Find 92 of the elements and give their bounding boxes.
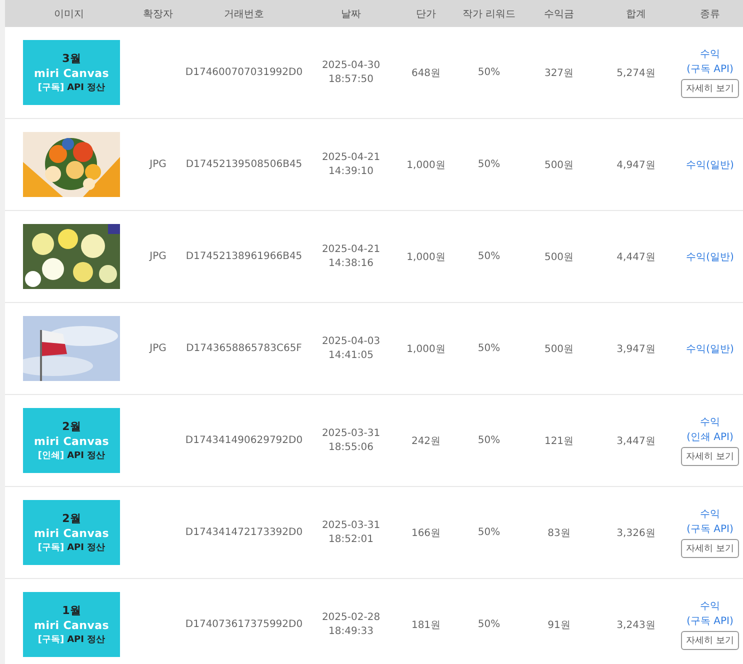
earning-amount: 327원 [544, 68, 574, 78]
file-extension: JPG [150, 159, 166, 170]
banner-tag: [구독] [38, 81, 64, 94]
time-text: 14:38:16 [328, 258, 374, 269]
type-label: 수익 [700, 508, 720, 521]
earning-amount: 91원 [548, 620, 570, 630]
date-text: 2025-04-03 [322, 336, 380, 347]
total-amount: 4,447원 [616, 252, 656, 262]
unit-price: 1,000원 [406, 160, 446, 170]
detail-button[interactable]: 자세히 보기 [681, 79, 739, 98]
column-header: 확장자 [133, 0, 183, 27]
date-text: 2025-03-31 [322, 428, 380, 439]
column-header: 단가 [397, 0, 455, 27]
banner-caption: API 정산 [67, 82, 106, 94]
banner-month: 3월 [62, 51, 81, 66]
type-detail: (인쇄 API) [686, 431, 734, 444]
type-label: 수익 [700, 600, 720, 613]
column-header: 종류 [677, 0, 743, 27]
time-text: 18:55:06 [328, 442, 374, 453]
column-header: 거래번호 [183, 0, 305, 27]
unit-price: 242원 [411, 436, 441, 446]
detail-button[interactable]: 자세히 보기 [681, 447, 739, 466]
total-amount: 5,274원 [616, 68, 656, 78]
total-amount: 3,243원 [616, 620, 656, 630]
unit-price: 166원 [411, 528, 441, 538]
date-text: 2025-04-30 [322, 60, 380, 71]
type-label: 수익 [700, 416, 720, 429]
date-text: 2025-04-21 [322, 152, 380, 163]
banner-logo: miri Canvas [34, 67, 109, 80]
transaction-id: D17452139508506B45 [186, 159, 302, 170]
time-text: 18:52:01 [328, 534, 374, 545]
date-text: 2025-03-31 [322, 520, 380, 531]
banner-logo: miri Canvas [34, 619, 109, 632]
banner-month: 2월 [62, 419, 81, 434]
unit-price: 181원 [411, 620, 441, 630]
banner-tag: [구독] [38, 633, 64, 646]
reward-rate: 50% [478, 159, 500, 170]
banner-month: 1월 [62, 603, 81, 618]
time-text: 18:57:50 [328, 74, 374, 85]
transaction-id: D174600707031992D0 [185, 67, 303, 78]
file-extension: JPG [150, 343, 166, 354]
banner-tag: [구독] [38, 541, 64, 554]
reward-rate: 50% [478, 435, 500, 446]
total-amount: 3,326원 [616, 528, 656, 538]
banner-caption: API 정산 [67, 634, 106, 646]
earning-amount: 500원 [544, 252, 574, 262]
date-text: 2025-02-28 [322, 612, 380, 623]
date-text: 2025-04-21 [322, 244, 380, 255]
reward-rate: 50% [478, 619, 500, 630]
type-label: 수익 [700, 48, 720, 61]
transaction-id: D174073617375992D0 [185, 619, 303, 630]
file-extension: JPG [150, 251, 166, 262]
banner-tag: [인쇄] [38, 449, 64, 462]
banner-caption: API 정산 [67, 542, 106, 554]
column-header: 날짜 [305, 0, 397, 27]
type-label: 수익(일반) [686, 250, 734, 264]
column-header: 이미지 [5, 0, 133, 27]
type-detail: (구독 API) [686, 523, 734, 536]
reward-rate: 50% [478, 527, 500, 538]
reward-rate: 50% [478, 343, 500, 354]
type-label: 수익(일반) [686, 342, 734, 356]
unit-price: 1,000원 [406, 252, 446, 262]
time-text: 14:41:05 [328, 350, 374, 361]
type-detail: (구독 API) [686, 63, 734, 76]
transaction-id: D174341490629792D0 [185, 435, 303, 446]
total-amount: 3,447원 [616, 436, 656, 446]
earning-amount: 83원 [548, 528, 570, 538]
unit-price: 1,000원 [406, 344, 446, 354]
transaction-id: D174341472173392D0 [185, 527, 303, 538]
column-header: 합계 [595, 0, 677, 27]
total-amount: 4,947원 [616, 160, 656, 170]
banner-caption: API 정산 [67, 450, 106, 462]
time-text: 14:39:10 [328, 166, 374, 177]
detail-button[interactable]: 자세히 보기 [681, 539, 739, 558]
column-header: 작가 리워드 [455, 0, 523, 27]
banner-logo: miri Canvas [34, 435, 109, 448]
earning-amount: 500원 [544, 344, 574, 354]
column-header: 수익금 [523, 0, 595, 27]
detail-button[interactable]: 자세히 보기 [681, 631, 739, 650]
total-amount: 3,947원 [616, 344, 656, 354]
banner-month: 2월 [62, 511, 81, 526]
banner-logo: miri Canvas [34, 527, 109, 540]
unit-price: 648원 [411, 68, 441, 78]
type-detail: (구독 API) [686, 615, 734, 628]
transaction-id: D17452138961966B45 [186, 251, 302, 262]
reward-rate: 50% [478, 67, 500, 78]
time-text: 18:49:33 [328, 626, 374, 637]
type-label: 수익(일반) [686, 158, 734, 172]
earning-amount: 121원 [544, 436, 574, 446]
reward-rate: 50% [478, 251, 500, 262]
earning-amount: 500원 [544, 160, 574, 170]
transaction-id: D1743658865783C65F [186, 343, 302, 354]
